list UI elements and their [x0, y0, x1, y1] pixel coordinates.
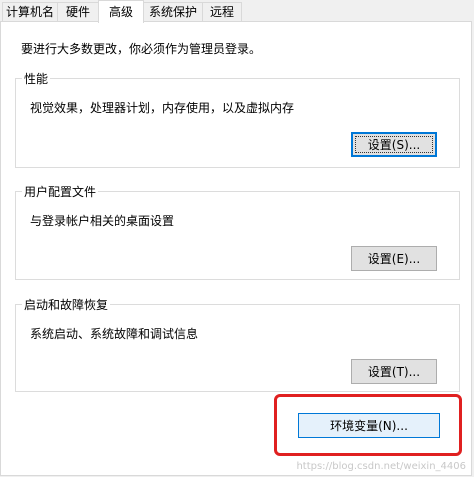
- performance-settings-label: 设置(S)...: [367, 138, 421, 152]
- user-profiles-group-title: 用户配置文件: [22, 183, 99, 200]
- user-profiles-description: 与登录帐户相关的桌面设置: [30, 214, 175, 228]
- startup-recovery-settings-button[interactable]: 设置(T)...: [351, 359, 437, 384]
- tab-computer-name[interactable]: 计算机名: [2, 2, 58, 21]
- performance-group-title: 性能: [22, 70, 51, 87]
- startup-recovery-group-title: 启动和故障恢复: [22, 296, 111, 313]
- performance-description: 视觉效果，处理器计划，内存使用，以及虚拟内存: [30, 101, 295, 115]
- startup-recovery-description: 系统启动、系统故障和调试信息: [30, 327, 199, 341]
- tab-advanced[interactable]: 高级: [98, 0, 144, 23]
- admin-note: 要进行大多数更改，你必须作为管理员登录。: [21, 42, 262, 56]
- tab-bar: 计算机名 硬件 高级 系统保护 远程: [0, 0, 474, 23]
- red-highlight-annotation: [274, 394, 462, 456]
- watermark: https://blog.csdn.net/weixin_4406: [296, 461, 466, 472]
- user-profiles-settings-button[interactable]: 设置(E)...: [351, 246, 437, 271]
- tab-remote[interactable]: 远程: [202, 2, 242, 21]
- tab-hardware[interactable]: 硬件: [57, 2, 99, 21]
- performance-settings-button[interactable]: 设置(S)...: [351, 132, 437, 157]
- tab-system-protection[interactable]: 系统保护: [143, 2, 203, 21]
